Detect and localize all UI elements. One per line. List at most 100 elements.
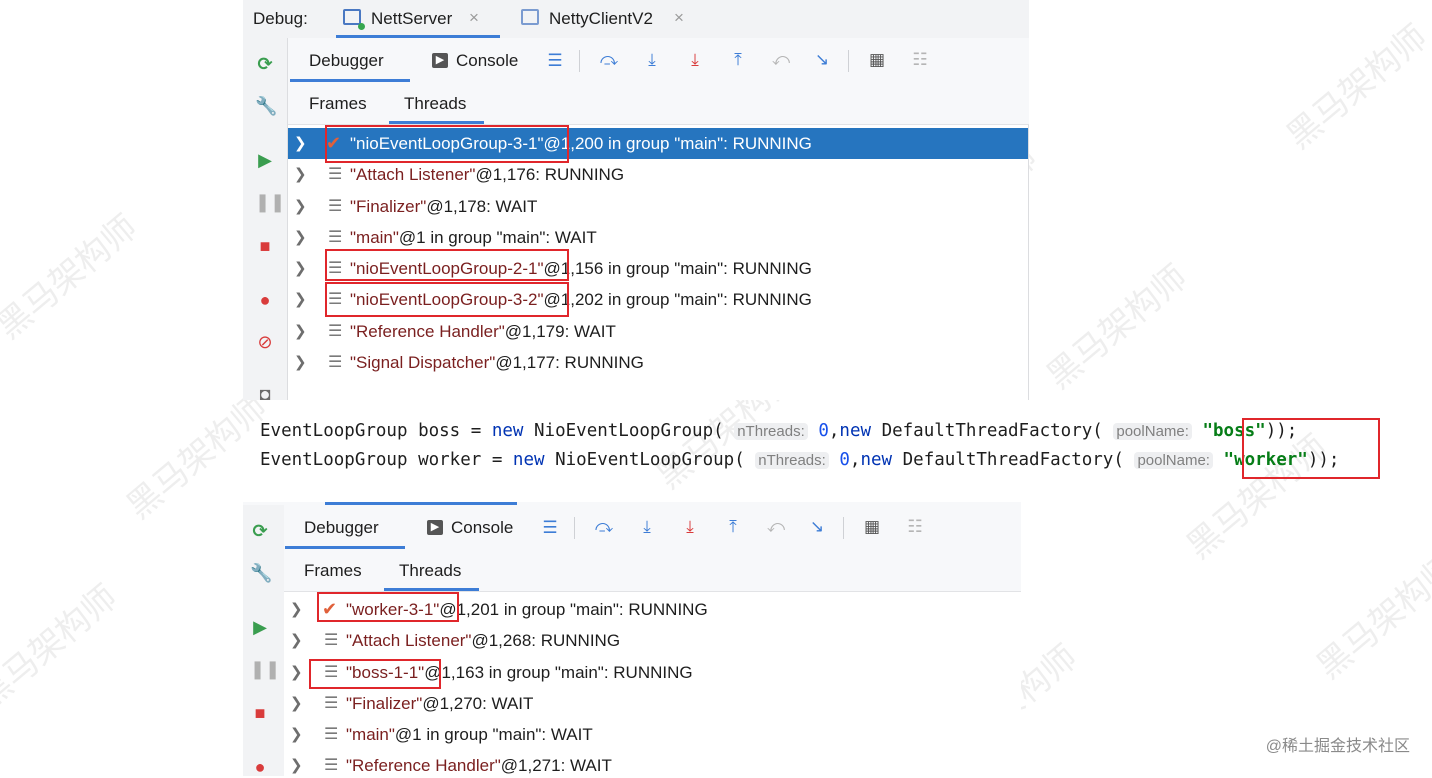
thread-row[interactable]: ❯ ☰ "Attach Listener"@1,268: RUNNING xyxy=(284,625,1021,656)
evaluate-expression-icon[interactable]: ▦ xyxy=(866,49,888,71)
thread-name: "Finalizer" xyxy=(350,197,427,216)
toolbar-separator xyxy=(579,50,580,72)
evaluate-expression-icon[interactable]: ▦ xyxy=(861,516,883,538)
thread-status: @1,176: RUNNING xyxy=(475,165,625,184)
stop-icon[interactable]: ■ xyxy=(250,703,270,723)
tab-threads[interactable]: Threads xyxy=(399,561,461,581)
drop-frame-icon[interactable]: ⤺ xyxy=(765,516,787,538)
left-toolstrip: ⟳ 🔧 ▶ ❚❚ ■ ● ⊘ ◘ xyxy=(243,38,288,400)
view-breakpoints-icon[interactable]: ● xyxy=(250,757,270,776)
chevron-right-icon[interactable]: ❯ xyxy=(294,253,307,284)
resume-icon[interactable]: ▶ xyxy=(255,150,275,170)
thread-row[interactable]: ❯ ☰ "Finalizer"@1,270: WAIT xyxy=(284,688,1021,719)
layout-menu-icon[interactable]: ☰ xyxy=(539,517,561,539)
view-breakpoints-icon[interactable]: ● xyxy=(255,290,275,310)
thread-icon: ☰ xyxy=(328,354,343,371)
chevron-right-icon[interactable]: ❯ xyxy=(290,625,303,656)
server-run-icon xyxy=(343,9,361,25)
rerun-icon[interactable]: ⟳ xyxy=(255,54,275,74)
tab-threads[interactable]: Threads xyxy=(404,94,466,114)
chevron-right-icon[interactable]: ❯ xyxy=(290,750,303,776)
camera-icon[interactable]: ◘ xyxy=(255,384,275,400)
show-execution-point-icon[interactable]: ⤼ xyxy=(593,516,615,538)
chevron-right-icon[interactable]: ❯ xyxy=(294,347,307,378)
thread-icon: ☰ xyxy=(324,757,339,774)
run-to-cursor-icon[interactable]: ↘ xyxy=(806,516,828,538)
force-step-into-icon[interactable]: ⤓ xyxy=(679,516,701,538)
thread-row[interactable]: ❯ ☰ "Attach Listener"@1,176: RUNNING xyxy=(288,159,1028,190)
close-icon[interactable]: × xyxy=(469,8,479,28)
thread-row[interactable]: ❯ ☰ "Signal Dispatcher"@1,177: RUNNING xyxy=(288,347,1028,378)
param-hint: poolName: xyxy=(1113,423,1192,440)
step-over-icon[interactable]: ⤓ xyxy=(641,49,663,71)
thread-row[interactable]: ❯ ☰ "Reference Handler"@1,271: WAIT xyxy=(284,750,1021,776)
layout-menu-icon[interactable]: ☰ xyxy=(544,50,566,72)
code-op: = xyxy=(470,421,482,441)
show-execution-point-icon[interactable]: ⤼ xyxy=(598,49,620,71)
trace-icon[interactable]: ☷ xyxy=(909,49,931,71)
thread-status: @1,202 in group "main": RUNNING xyxy=(543,290,812,309)
thread-name: "Attach Listener" xyxy=(346,631,472,650)
chevron-right-icon[interactable]: ❯ xyxy=(290,688,303,719)
thread-row[interactable]: ❯ ☰ "main"@1 in group "main": WAIT xyxy=(284,719,1021,750)
highlight-box xyxy=(317,592,459,622)
tab-debugger[interactable]: Debugger xyxy=(304,518,379,538)
step-out-icon[interactable]: ⤒ xyxy=(727,49,749,71)
stop-icon[interactable]: ■ xyxy=(255,236,275,256)
thread-status: @1 in group "main": WAIT xyxy=(394,725,593,744)
pause-icon[interactable]: ❚❚ xyxy=(250,659,280,679)
wrench-icon[interactable]: 🔧 xyxy=(255,96,277,116)
tab-nettserver[interactable]: NettServer xyxy=(371,9,452,29)
pause-icon[interactable]: ❚❚ xyxy=(255,192,285,212)
frames-threads-bar: Frames Threads xyxy=(288,82,1029,125)
chevron-right-icon[interactable]: ❯ xyxy=(290,594,303,625)
tab-debugger[interactable]: Debugger xyxy=(309,51,384,71)
code-keyword: new xyxy=(512,450,545,470)
thread-label: "Reference Handler"@1,271: WAIT xyxy=(346,750,612,776)
chevron-right-icon[interactable]: ❯ xyxy=(294,159,307,190)
thread-name: "Finalizer" xyxy=(346,694,423,713)
tab-frames[interactable]: Frames xyxy=(309,94,367,114)
thread-icon: ☰ xyxy=(324,695,339,712)
rerun-icon[interactable]: ⟳ xyxy=(250,521,270,541)
chevron-right-icon[interactable]: ❯ xyxy=(294,284,307,315)
chevron-right-icon[interactable]: ❯ xyxy=(290,719,303,750)
step-over-icon[interactable]: ⤓ xyxy=(636,516,658,538)
chevron-right-icon[interactable]: ❯ xyxy=(294,316,307,347)
threads-tab-underline xyxy=(384,588,479,591)
drop-frame-icon[interactable]: ⤺ xyxy=(770,49,792,71)
tab-nettyclientv2[interactable]: NettyClientV2 xyxy=(549,9,653,29)
running-dot-icon xyxy=(358,23,365,30)
force-step-into-icon[interactable]: ⤓ xyxy=(684,49,706,71)
thread-status: @1,177: RUNNING xyxy=(495,353,644,372)
chevron-right-icon[interactable]: ❯ xyxy=(294,128,307,159)
highlight-box xyxy=(325,282,569,317)
code-ctor: NioEventLoopGroup( xyxy=(555,450,745,470)
threads-list: ❯ ✔ "worker-3-1"@1,201 in group "main": … xyxy=(284,592,1021,776)
thread-row[interactable]: ❯ ☰ "Reference Handler"@1,179: WAIT xyxy=(288,316,1028,347)
chevron-right-icon[interactable]: ❯ xyxy=(290,657,303,688)
tab-console[interactable]: Console xyxy=(451,518,513,538)
trace-icon[interactable]: ☷ xyxy=(904,516,926,538)
mute-breakpoints-icon[interactable]: ⊘ xyxy=(255,332,275,352)
chevron-right-icon[interactable]: ❯ xyxy=(294,222,307,253)
console-icon: ▶ xyxy=(432,53,448,68)
watermark: 黑马架构师 xyxy=(1279,17,1432,157)
code-var: boss xyxy=(418,421,461,441)
tab-frames[interactable]: Frames xyxy=(304,561,362,581)
watermark: 黑马架构师 xyxy=(0,207,145,347)
run-to-cursor-icon[interactable]: ↘ xyxy=(811,49,833,71)
step-out-icon[interactable]: ⤒ xyxy=(722,516,744,538)
highlight-box xyxy=(1242,418,1380,479)
highlight-box xyxy=(309,659,441,689)
chevron-right-icon[interactable]: ❯ xyxy=(294,191,307,222)
thread-status: @1,268: RUNNING xyxy=(471,631,621,650)
close-icon[interactable]: × xyxy=(674,8,684,28)
tab-console[interactable]: Console xyxy=(456,51,518,71)
wrench-icon[interactable]: 🔧 xyxy=(250,563,272,583)
resume-icon[interactable]: ▶ xyxy=(250,617,270,637)
thread-name: "main" xyxy=(346,725,395,744)
thread-row[interactable]: ❯ ☰ "Finalizer"@1,178: WAIT xyxy=(288,191,1028,222)
watermark: 黑马架构师 xyxy=(1039,257,1195,397)
threads-tab-underline xyxy=(389,121,484,124)
